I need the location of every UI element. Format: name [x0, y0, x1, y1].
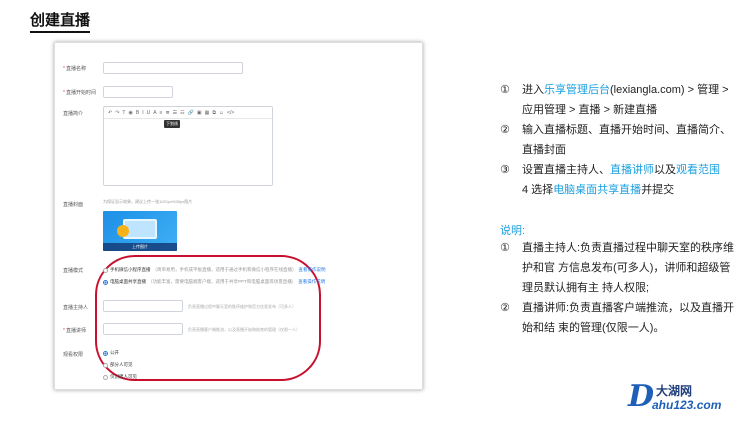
start-time-input[interactable]	[103, 86, 173, 98]
mode-option-desktop[interactable]: 电脑桌面共享直播 （功能丰富，需要电脑端客户端，适用于共享PPT和电脑桌面等场景…	[103, 279, 325, 285]
toolbar-button-icon[interactable]: B	[136, 110, 139, 116]
toolbar-button-icon[interactable]: ☷	[180, 110, 184, 116]
scope-option-public[interactable]: 公开	[103, 350, 119, 356]
toolbar-button-icon[interactable]: </>	[227, 110, 234, 116]
lecturer-hint: 负责直播客户端推流，以及直播开始和结束的管理（仅限一人）	[188, 327, 300, 332]
toolbar-button-icon[interactable]: 🔗	[188, 110, 194, 116]
radio-selected-icon	[103, 350, 108, 356]
radio-icon	[103, 267, 108, 273]
radio-selected-icon	[103, 279, 108, 285]
intro-editor[interactable]: ↶ ↷ T ◉ B I U A ≡ ≣ ☰ ☷ 🔗 ▣ ▦ ⧉ ☺ </> 下划线	[103, 106, 273, 186]
toolbar-button-icon[interactable]: ☰	[173, 110, 177, 116]
toolbar-button-icon[interactable]: U	[147, 110, 151, 116]
step-1: ① 进入乐享管理后台(lexiangla.com) > 管理 > 应用管理 > …	[500, 84, 729, 116]
name-input[interactable]	[103, 62, 243, 74]
toolbar-button-icon[interactable]: ↶	[108, 110, 112, 116]
toolbar-button-icon[interactable]: ≣	[165, 110, 169, 116]
steps-list: ① 进入乐享管理后台(lexiangla.com) > 管理 > 应用管理 > …	[500, 80, 740, 200]
play-icon	[117, 225, 129, 237]
toolbar-button-icon[interactable]: ◉	[128, 110, 132, 116]
step-2: ② 输入直播标题、直播开始时间、直播简介、直播封面	[500, 124, 731, 156]
host-input[interactable]	[103, 300, 183, 312]
cover-hint: 为保证显示效果，建议上传一张1120px*630px图片	[103, 199, 193, 204]
step-3: ③ 设置直播主持人、直播讲师以及观看范围	[500, 164, 720, 176]
note-1: ① 直播主持人:负责直播过程中聊天室的秩序维护和官 方信息发布(可多人)，讲师和超…	[500, 242, 735, 294]
toolbar-button-icon[interactable]: ↷	[115, 110, 119, 116]
editor-toolbar[interactable]: ↶ ↷ T ◉ B I U A ≡ ≣ ☰ ☷ 🔗 ▣ ▦ ⧉ ☺ </>	[104, 107, 272, 119]
form-screenshot: *直播名称 *直播开始时间 直播简介 ↶ ↷ T ◉ B I U A ≡ ≣ ☰ ☷ 🔗 ▣ ▦ ⧉ ☺ </> …	[54, 42, 423, 390]
scope-option-partial[interactable]: 部分人可见	[103, 362, 133, 368]
toolbar-button-icon[interactable]: A	[153, 110, 156, 116]
underline-tooltip: 下划线	[164, 120, 180, 128]
toolbar-button-icon[interactable]: I	[142, 110, 143, 116]
lecturer-input[interactable]	[103, 323, 183, 335]
radio-icon	[103, 374, 108, 380]
mode-option-mobile[interactable]: 手机微信小程序直播 （简单易用，手机或平板直播，适用于通过手机和微信小程序在线直…	[103, 267, 326, 273]
toolbar-button-icon[interactable]: ▦	[205, 110, 210, 116]
toolbar-button-icon[interactable]: ⧉	[212, 110, 216, 116]
radio-icon	[103, 362, 108, 368]
scope-option-creator[interactable]: 仅创建人可见	[103, 374, 137, 380]
cover-image[interactable]: 上传图片	[103, 211, 177, 251]
note-2: ② 直播讲师:负责直播客户端推流，以及直播开始和结 束的管理(仅限一人)。	[500, 302, 735, 334]
host-hint: 负责直播过程中聊天室的秩序维护和官方信息发布（可多人）	[188, 304, 296, 309]
step-4: 4 选择电脑桌面共享直播并提交	[522, 184, 675, 196]
page-title: 创建直播	[30, 12, 91, 33]
note-title: 说明:	[500, 225, 526, 237]
upload-button[interactable]: 上传图片	[103, 243, 177, 251]
toolbar-button-icon[interactable]: ☺	[219, 110, 224, 116]
notes-list: ① 直播主持人:负责直播过程中聊天室的秩序维护和官 方信息发布(可多人)，讲师和超…	[500, 238, 740, 338]
toolbar-button-icon[interactable]: T	[122, 110, 125, 116]
site-logo: D 大湖网 ahu123.com	[628, 379, 722, 414]
toolbar-button-icon[interactable]: ≡	[160, 110, 163, 116]
toolbar-button-icon[interactable]: ▣	[197, 110, 202, 116]
